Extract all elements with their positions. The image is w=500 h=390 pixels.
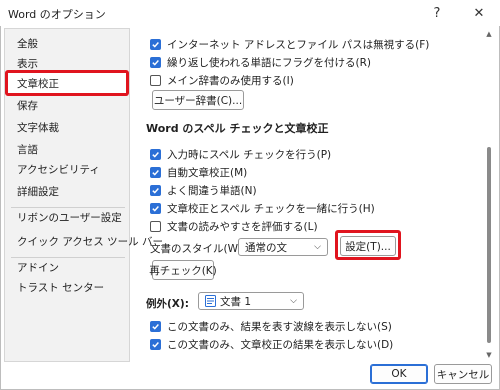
spell-section-title: Word のスペル チェックと文章校正	[146, 122, 329, 135]
help-icon[interactable]: ?	[426, 2, 448, 24]
checkmark-icon[interactable]	[150, 320, 161, 332]
exceptions-label: 例外(X):	[146, 298, 189, 310]
checkbox-unchecked[interactable]	[150, 220, 161, 232]
scroll-down-icon[interactable]: ▼	[484, 350, 494, 360]
sidebar-item-advanced[interactable]: 詳細設定	[5, 181, 129, 203]
option-readability-statistics[interactable]: 文書の読みやすさを評価する(L)	[150, 218, 318, 234]
option-flag-repeated-words[interactable]: 繰り返し使われる単語にフラグを付ける(R)	[150, 54, 371, 70]
checkmark-icon[interactable]	[150, 38, 161, 50]
sidebar-item-addins[interactable]: アドイン	[5, 257, 129, 279]
option-label: メイン辞書のみ使用する(I)	[167, 74, 294, 87]
cancel-button[interactable]: キャンセル	[434, 364, 492, 384]
option-label: よく間違う単語(N)	[167, 184, 257, 197]
highlight-box-proofing	[5, 70, 129, 96]
scroll-up-icon[interactable]: ▲	[484, 29, 494, 39]
option-frequently-confused-words[interactable]: よく間違う単語(N)	[150, 182, 257, 198]
writing-style-value: 通常の文	[245, 241, 287, 254]
checkmark-icon[interactable]	[150, 184, 161, 196]
chevron-down-icon: ⌵	[314, 242, 321, 252]
option-check-grammar-with-spelling[interactable]: 文章校正とスペル チェックを一緒に行う(H)	[150, 200, 375, 216]
option-auto-grammar[interactable]: 自動文章校正(M)	[150, 164, 247, 180]
option-hide-grammar-errors-this-doc[interactable]: この文書のみ、文章校正の結果を表示しない(D)	[150, 336, 393, 352]
checkmark-icon[interactable]	[150, 148, 161, 160]
option-label: 文書の読みやすさを評価する(L)	[167, 220, 318, 233]
recheck-document-button[interactable]: 再チェック(K)	[149, 260, 217, 280]
option-hide-spelling-errors-this-doc[interactable]: この文書のみ、結果を表す波線を表示しない(S)	[150, 318, 392, 334]
sidebar-item-general[interactable]: 全般	[5, 33, 129, 55]
proofing-content: インターネット アドレスとファイル パスは無視する(F) 繰り返し使われる単語に…	[136, 28, 484, 362]
option-label: インターネット アドレスとファイル パスは無視する(F)	[167, 38, 430, 51]
checkmark-icon[interactable]	[150, 56, 161, 68]
checkmark-icon[interactable]	[150, 338, 161, 350]
sidebar-item-customize-ribbon[interactable]: リボンのユーザー設定	[5, 207, 129, 229]
highlight-box-settings	[335, 230, 401, 260]
sidebar-item-quick-access-toolbar[interactable]: クイック アクセス ツール バー	[5, 231, 163, 253]
sidebar-item-typography[interactable]: 文字体裁	[5, 117, 129, 139]
option-label: 文章校正とスペル チェックを一緒に行う(H)	[167, 202, 375, 215]
writing-style-dropdown[interactable]: 通常の文 ⌵	[238, 238, 328, 256]
sidebar-item-trust-center[interactable]: トラスト センター	[5, 277, 129, 299]
sidebar-item-save[interactable]: 保存	[5, 95, 129, 117]
checkbox-unchecked[interactable]	[150, 74, 161, 86]
ok-button[interactable]: OK	[370, 364, 428, 384]
sidebar-item-language[interactable]: 言語	[5, 139, 129, 161]
document-icon	[205, 295, 216, 307]
scrollbar-thumb[interactable]	[487, 147, 491, 343]
option-check-spelling-as-you-type[interactable]: 入力時にスペル チェックを行う(P)	[150, 146, 331, 162]
close-icon[interactable]: ✕	[468, 2, 490, 24]
option-main-dictionary-only[interactable]: メイン辞書のみ使用する(I)	[150, 72, 294, 88]
option-ignore-internet-paths[interactable]: インターネット アドレスとファイル パスは無視する(F)	[150, 36, 429, 52]
sidebar-item-accessibility[interactable]: アクセシビリティ	[5, 159, 129, 181]
exceptions-document-value: 文書 1	[220, 295, 252, 308]
chevron-down-icon: ⌵	[290, 296, 297, 306]
option-label: 繰り返し使われる単語にフラグを付ける(R)	[167, 56, 371, 69]
writing-style-label: 文書のスタイル(W):	[150, 243, 246, 255]
custom-dictionaries-button[interactable]: ユーザー辞書(C)...	[152, 90, 244, 110]
option-label: 入力時にスペル チェックを行う(P)	[167, 148, 332, 161]
title-bar: Word のオプション ? ✕	[0, 0, 500, 26]
checkmark-icon[interactable]	[150, 166, 161, 178]
option-label: 自動文章校正(M)	[167, 166, 248, 179]
exceptions-document-dropdown[interactable]: 文書 1 ⌵	[198, 292, 304, 310]
option-label: この文書のみ、文章校正の結果を表示しない(D)	[167, 338, 394, 351]
window-title: Word のオプション	[8, 8, 106, 21]
option-label: この文書のみ、結果を表す波線を表示しない(S)	[167, 320, 392, 333]
checkmark-icon[interactable]	[150, 202, 161, 214]
